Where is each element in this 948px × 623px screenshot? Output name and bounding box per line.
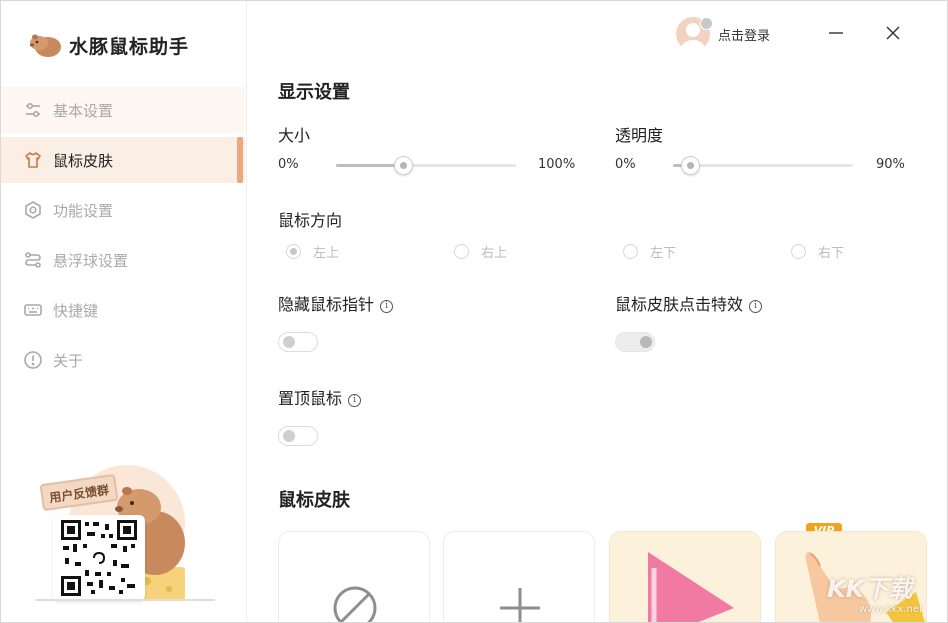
watermark-url: www.kkx.net xyxy=(859,604,923,615)
top-most-text: 置顶鼠标 xyxy=(278,389,343,408)
minimize-button[interactable] xyxy=(824,21,848,45)
brand: 水豚鼠标助手 xyxy=(29,31,189,59)
info-icon[interactable]: i xyxy=(749,300,763,313)
main-panel: 点击登录 显示设置 大小 0% 100% 透明度 0% 90% 鼠标方向 左上 … xyxy=(248,1,947,622)
sidebar-item-label: 关于 xyxy=(53,351,84,370)
plus-icon xyxy=(500,588,540,622)
capybara-logo-icon xyxy=(30,34,61,57)
promo-label: 用户反馈群 xyxy=(48,482,110,506)
qr-code-card xyxy=(53,515,145,601)
click-effect-label: 鼠标皮肤点击特效 i xyxy=(615,291,763,315)
radio-dot xyxy=(286,244,301,259)
sidebar-item-label: 功能设置 xyxy=(53,201,114,220)
toggle-knob xyxy=(283,336,295,348)
info-circle-icon xyxy=(23,350,43,370)
size-slider-thumb[interactable] xyxy=(394,156,413,175)
direction-radio-top-right[interactable]: 右上 xyxy=(454,242,507,261)
info-icon[interactable]: i xyxy=(380,300,394,313)
opacity-slider[interactable] xyxy=(673,156,853,175)
keyboard-icon xyxy=(23,300,43,320)
direction-radio-bottom-left[interactable]: 左下 xyxy=(623,242,676,261)
sidebar-item-function-settings[interactable]: 功能设置 xyxy=(1,187,247,233)
top-most-label: 置顶鼠标 i xyxy=(278,385,362,409)
qr-code-icon xyxy=(61,520,137,596)
active-indicator xyxy=(237,137,243,183)
opacity-label: 透明度 xyxy=(615,126,664,145)
sidebar-item-float-ball-settings[interactable]: 悬浮球设置 xyxy=(1,237,247,283)
skins-title: 鼠标皮肤 xyxy=(278,490,350,511)
sliders-icon xyxy=(23,100,43,120)
display-settings-title: 显示设置 xyxy=(278,82,350,103)
close-icon xyxy=(886,26,900,40)
sidebar-item-shortcuts[interactable]: 快捷键 xyxy=(1,287,247,333)
radio-label: 右上 xyxy=(481,246,508,261)
hexagon-gear-icon xyxy=(23,200,43,220)
sidebar-item-label: 鼠标皮肤 xyxy=(53,151,114,170)
close-button[interactable] xyxy=(881,21,905,45)
direction-label: 鼠标方向 xyxy=(278,211,343,230)
size-label: 大小 xyxy=(278,126,311,145)
no-skin-icon xyxy=(333,586,377,622)
radio-dot xyxy=(623,244,638,259)
feedback-group-promo[interactable]: 用户反馈群 xyxy=(35,463,215,603)
promo-floor xyxy=(35,599,215,601)
login-area[interactable]: 点击登录 xyxy=(676,17,770,51)
sidebar-item-label: 快捷键 xyxy=(53,301,99,320)
watermark-logo: KK下载 xyxy=(827,575,913,603)
sidebar-item-basic-settings[interactable]: 基本设置 xyxy=(1,87,245,133)
hide-pointer-label: 隐藏鼠标指针 i xyxy=(278,291,394,315)
sidebar-item-label: 悬浮球设置 xyxy=(53,251,129,270)
toggle-knob xyxy=(640,336,652,348)
sidebar-nav: 基本设置 鼠标皮肤 功能设置 悬浮球设置 快捷键 关于 xyxy=(1,87,247,387)
radio-dot xyxy=(454,244,469,259)
radio-label: 左上 xyxy=(313,246,340,261)
opacity-slider-thumb[interactable] xyxy=(681,156,700,175)
minimize-icon xyxy=(829,32,843,34)
app-window: 水豚鼠标助手 基本设置 鼠标皮肤 功能设置 悬浮球设置 快捷键 关于 用户反馈群… xyxy=(0,0,948,623)
click-effect-text: 鼠标皮肤点击特效 xyxy=(615,295,744,314)
sidebar: 水豚鼠标助手 基本设置 鼠标皮肤 功能设置 悬浮球设置 快捷键 关于 用户反馈群 xyxy=(1,1,247,622)
radio-label: 右下 xyxy=(818,246,845,261)
radio-dot xyxy=(791,244,806,259)
size-slider[interactable] xyxy=(336,156,516,175)
skin-card-add[interactable] xyxy=(443,531,595,622)
title-bar: 点击登录 xyxy=(248,1,947,65)
hide-pointer-text: 隐藏鼠标指针 xyxy=(278,295,375,314)
app-title: 水豚鼠标助手 xyxy=(69,35,190,58)
tshirt-icon xyxy=(23,150,43,170)
size-min-label: 0% xyxy=(278,157,299,172)
size-max-label: 100% xyxy=(538,157,576,172)
radio-label: 左下 xyxy=(650,246,677,261)
toggle-knob xyxy=(283,430,295,442)
login-link[interactable]: 点击登录 xyxy=(718,25,770,44)
sidebar-item-label: 基本设置 xyxy=(53,101,114,120)
sidebar-item-mouse-skin[interactable]: 鼠标皮肤 xyxy=(1,137,245,183)
sidebar-item-about[interactable]: 关于 xyxy=(1,337,247,383)
direction-radio-bottom-right[interactable]: 右下 xyxy=(791,242,844,261)
pink-triangle-cursor-icon xyxy=(648,552,734,622)
direction-radio-top-left[interactable]: 左上 xyxy=(286,242,339,261)
top-most-toggle[interactable] xyxy=(278,426,318,446)
skin-card-none[interactable] xyxy=(278,531,430,622)
info-icon[interactable]: i xyxy=(348,394,362,407)
skin-card-pink-arrow[interactable] xyxy=(609,531,761,622)
vip-status-icon xyxy=(700,17,713,30)
opacity-min-label: 0% xyxy=(615,157,636,172)
click-effect-toggle[interactable] xyxy=(615,332,655,352)
opacity-max-label: 90% xyxy=(876,157,905,172)
route-icon xyxy=(23,250,43,270)
hide-pointer-toggle[interactable] xyxy=(278,332,318,352)
